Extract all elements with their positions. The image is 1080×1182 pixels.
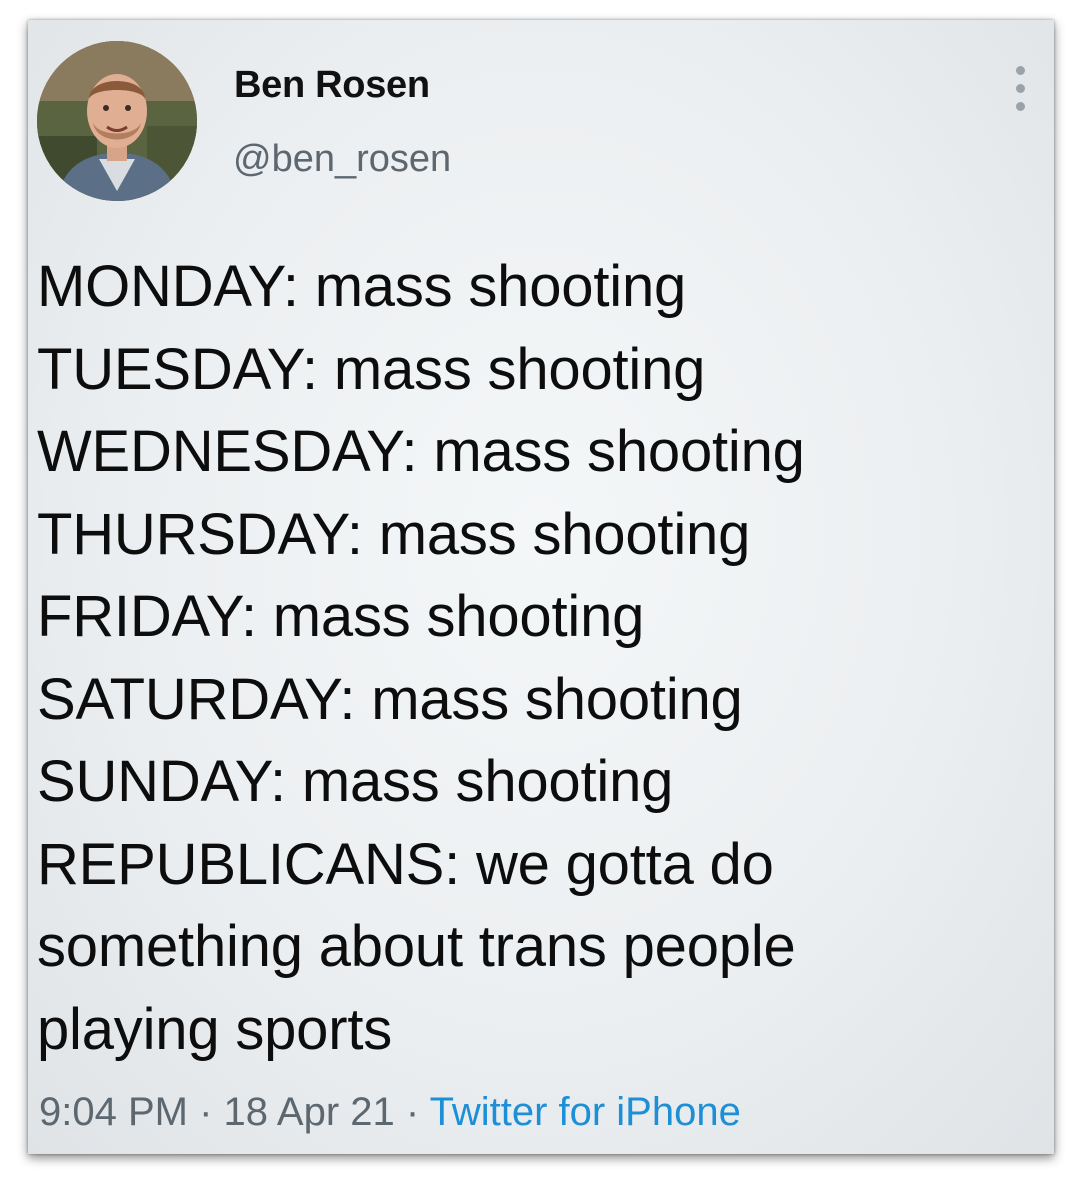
tweet-line: WEDNESDAY: mass shooting <box>37 419 805 484</box>
meta-separator: · <box>187 1090 224 1134</box>
profile-photo-icon <box>37 41 197 201</box>
tweet-line: SUNDAY: mass shooting <box>37 749 674 814</box>
tweet-line: THURSDAY: mass shooting <box>37 501 751 567</box>
more-options-button[interactable] <box>1006 66 1036 112</box>
tweet-meta: 9:04 PM · 18 Apr 21 · Twitter for iPhone <box>39 1090 741 1135</box>
tweet-line: something about trans people <box>37 914 796 979</box>
avatar[interactable] <box>37 41 197 201</box>
tweet-card: Ben Rosen @ben_rosen MONDAY: mass shooti… <box>28 20 1054 1154</box>
tweet-line: FRIDAY: mass shooting <box>37 584 645 649</box>
more-vertical-icon-dot <box>1016 84 1025 93</box>
tweet-source-link[interactable]: Twitter for iPhone <box>430 1090 741 1134</box>
tweet-time[interactable]: 9:04 PM <box>39 1090 188 1134</box>
author-name[interactable]: Ben Rosen <box>234 64 430 107</box>
more-vertical-icon-dot <box>1016 102 1025 111</box>
meta-separator: · <box>394 1090 430 1134</box>
tweet-text: MONDAY: mass shooting TUESDAY: mass shoo… <box>37 246 1037 1071</box>
tweet-date[interactable]: 18 Apr 21 <box>224 1090 395 1134</box>
author-handle[interactable]: @ben_rosen <box>233 138 451 181</box>
tweet-line: playing sports <box>37 996 393 1062</box>
tweet-line: REPUBLICANS: we gotta do <box>37 831 774 897</box>
tweet-line: TUESDAY: mass shooting <box>37 336 706 402</box>
more-vertical-icon <box>1016 66 1025 75</box>
tweet-line: SATURDAY: mass shooting <box>37 666 743 732</box>
tweet-line: MONDAY: mass shooting <box>37 254 687 319</box>
